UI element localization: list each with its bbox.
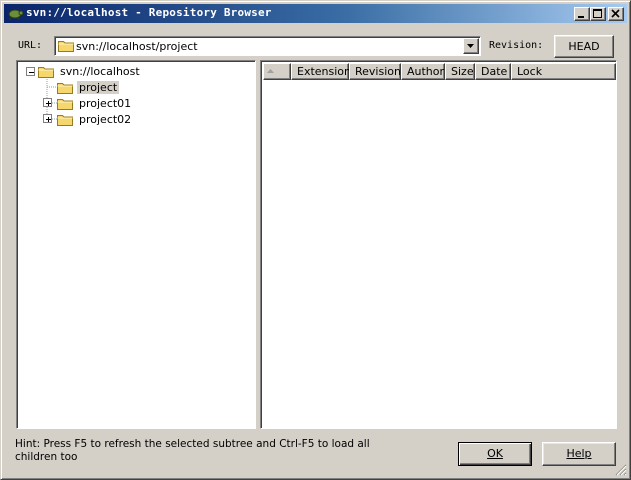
url-label: URL: (18, 40, 43, 51)
folder-icon (58, 39, 74, 55)
repository-tree[interactable]: svn://localhost project project01 projec… (16, 60, 256, 429)
column-header-size[interactable]: Size (445, 63, 475, 80)
folder-icon (57, 83, 73, 94)
minus-icon (29, 72, 34, 73)
minimize-icon (578, 16, 584, 18)
maximize-button[interactable] (590, 7, 606, 21)
resize-grip-icon[interactable] (615, 464, 627, 476)
folder-open-icon (38, 67, 54, 78)
minimize-button[interactable] (574, 7, 590, 21)
url-value[interactable]: svn://localhost/project (76, 40, 198, 53)
column-header-date[interactable]: Date (475, 63, 511, 80)
column-header-revision[interactable]: Revision (349, 63, 401, 80)
url-combobox[interactable]: svn://localhost/project (54, 36, 481, 56)
ok-button-label: OK (487, 447, 503, 460)
plus-icon (46, 117, 51, 122)
revision-head-button[interactable]: HEAD (554, 35, 614, 58)
sort-ascending-icon (267, 69, 274, 73)
file-list[interactable]: Extension Revision Author Size Date Lock (260, 60, 617, 429)
chevron-down-icon (467, 44, 474, 48)
list-header: Extension Revision Author Size Date Lock (263, 63, 616, 80)
close-button[interactable] (608, 7, 624, 21)
ok-button[interactable]: OK (458, 442, 532, 466)
tree-expand-toggle[interactable] (43, 114, 52, 123)
tree-node-label: project02 (79, 113, 132, 126)
close-icon (611, 9, 620, 18)
repository-browser-window: svn://localhost - Repository Browser URL… (0, 0, 631, 480)
tree-node-label: project01 (79, 97, 132, 110)
title-bar[interactable]: svn://localhost - Repository Browser (4, 4, 627, 23)
folder-icon (57, 115, 73, 126)
folder-icon (57, 99, 73, 110)
maximize-icon (593, 9, 602, 18)
revision-head-label: HEAD (568, 40, 600, 53)
hint-text: Hint: Press F5 to refresh the selected s… (15, 438, 370, 463)
column-header-extension[interactable]: Extension (291, 63, 351, 80)
tree-node-label: svn://localhost (60, 65, 140, 78)
help-button[interactable]: Help (542, 442, 616, 466)
column-header-author[interactable]: Author (401, 63, 445, 80)
revision-label: Revision: (489, 40, 544, 51)
window-title: svn://localhost - Repository Browser (26, 6, 272, 19)
column-header-lock[interactable]: Lock (511, 63, 616, 80)
tortoise-app-icon (7, 6, 24, 21)
tree-expand-toggle[interactable] (43, 98, 52, 107)
plus-icon (46, 101, 51, 106)
column-header-name[interactable] (263, 63, 291, 80)
help-button-label: Help (566, 447, 592, 460)
tree-collapse-toggle[interactable] (26, 67, 35, 76)
tree-node-label: project (77, 81, 120, 94)
url-dropdown-button[interactable] (463, 38, 479, 54)
